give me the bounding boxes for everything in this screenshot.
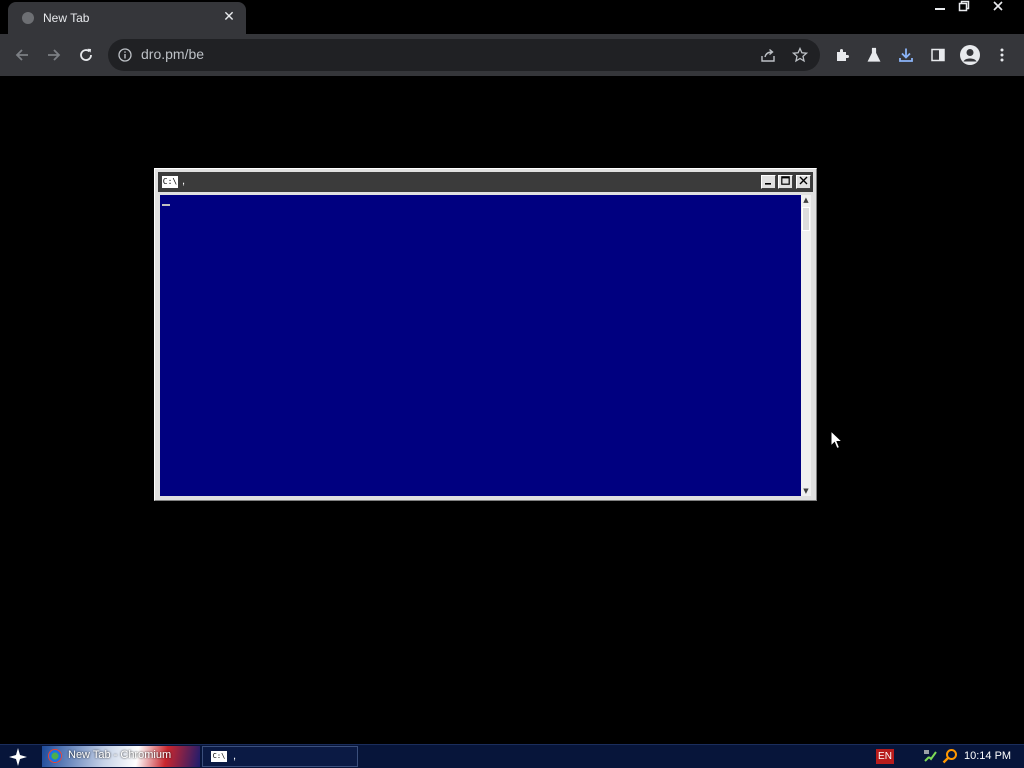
console-title: , bbox=[182, 175, 186, 187]
search-icon[interactable] bbox=[942, 748, 958, 764]
taskbar-item-label: , bbox=[233, 750, 237, 762]
address-bar[interactable]: dro.pm/be bbox=[108, 39, 820, 71]
mouse-pointer-icon bbox=[830, 429, 844, 454]
menu-icon[interactable] bbox=[990, 43, 1014, 67]
console-output-area[interactable] bbox=[160, 195, 801, 496]
console-window[interactable]: C:\ , ▲ ▼ bbox=[154, 168, 817, 501]
back-icon[interactable] bbox=[10, 43, 34, 67]
console-scrollbar[interactable]: ▲ ▼ bbox=[801, 195, 811, 496]
minimize-icon[interactable] bbox=[928, 0, 952, 18]
scroll-thumb[interactable] bbox=[802, 207, 810, 231]
side-panel-icon[interactable] bbox=[926, 43, 950, 67]
console-titlebar[interactable]: C:\ , bbox=[158, 172, 813, 192]
scroll-up-arrow-icon[interactable]: ▲ bbox=[801, 195, 811, 205]
taskbar-item-chromium[interactable]: New Tab - Chromium bbox=[42, 746, 200, 767]
console-close-button[interactable] bbox=[796, 175, 811, 189]
language-indicator[interactable]: EN bbox=[876, 749, 894, 764]
labs-flask-icon[interactable] bbox=[862, 43, 886, 67]
taskbar-item-console[interactable]: C:\ , bbox=[202, 746, 358, 767]
console-maximize-button[interactable] bbox=[778, 175, 793, 189]
chromium-icon bbox=[48, 749, 62, 763]
profile-icon[interactable] bbox=[958, 43, 982, 67]
text-cursor bbox=[162, 204, 170, 206]
console-minimize-button[interactable] bbox=[761, 175, 776, 189]
tab-title: New Tab bbox=[43, 11, 90, 25]
reload-icon[interactable] bbox=[74, 43, 98, 67]
extensions-icon[interactable] bbox=[830, 43, 854, 67]
share-icon[interactable] bbox=[760, 47, 776, 67]
globe-icon bbox=[22, 12, 34, 24]
forward-icon[interactable] bbox=[42, 43, 66, 67]
system-clock: 10:14 PM bbox=[964, 750, 1012, 762]
network-icon[interactable] bbox=[922, 748, 938, 764]
star-icon[interactable] bbox=[791, 46, 809, 67]
console-icon: C:\ bbox=[211, 751, 227, 762]
window-close-icon[interactable] bbox=[986, 0, 1010, 18]
taskbar-item-label: New Tab - Chromium bbox=[68, 749, 172, 761]
console-icon: C:\ bbox=[162, 176, 178, 188]
tab-new-tab[interactable]: New Tab ✕ bbox=[8, 2, 246, 34]
tab-strip: New Tab ✕ bbox=[0, 0, 1024, 34]
taskbar: New Tab - Chromium C:\ , EN 10:14 PM bbox=[0, 744, 1024, 768]
restore-icon[interactable] bbox=[952, 0, 976, 18]
download-icon[interactable] bbox=[894, 43, 918, 67]
start-icon[interactable] bbox=[4, 746, 32, 768]
browser-toolbar: dro.pm/be bbox=[0, 34, 1024, 76]
scroll-down-arrow-icon[interactable]: ▼ bbox=[801, 486, 811, 496]
close-icon[interactable]: ✕ bbox=[220, 8, 238, 26]
info-icon[interactable] bbox=[118, 47, 132, 66]
url-text: dro.pm/be bbox=[141, 46, 205, 62]
